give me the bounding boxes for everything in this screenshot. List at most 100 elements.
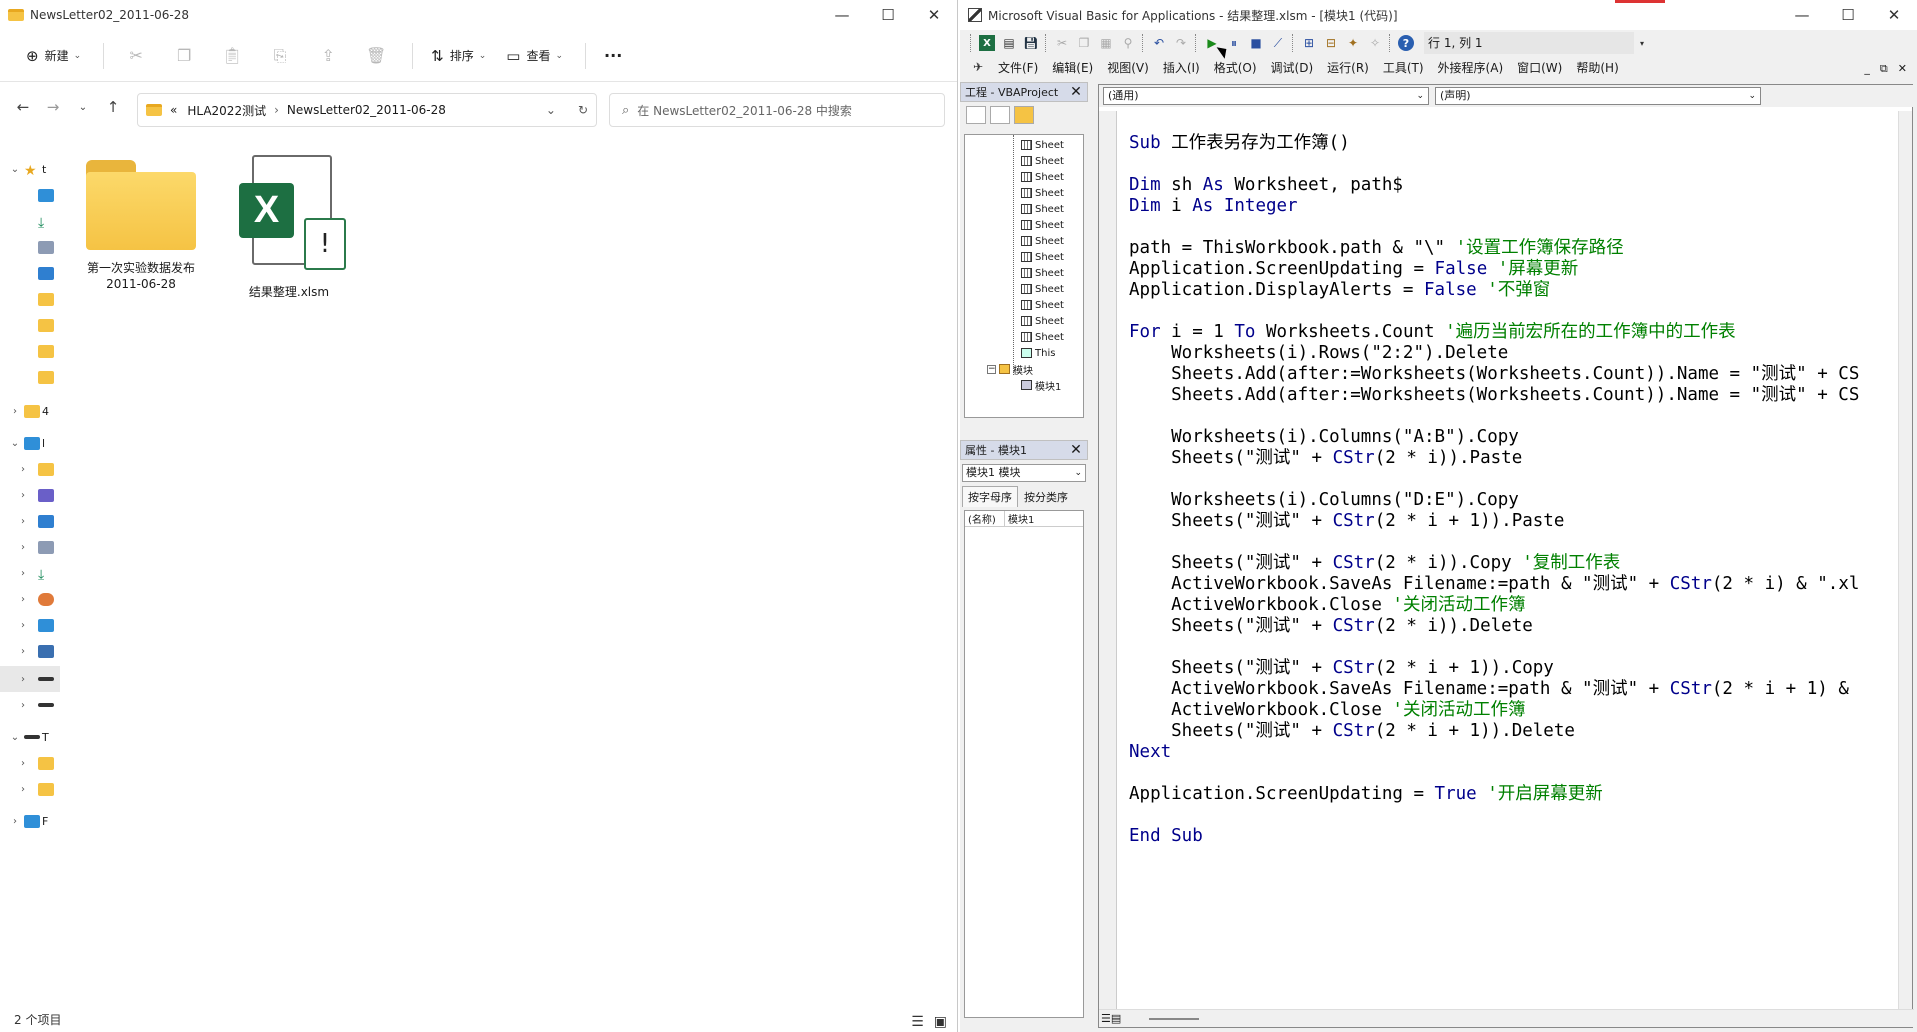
view-buttons-icon[interactable]: ☰▤ (1101, 1012, 1121, 1025)
code-line[interactable]: Sheets("测试" + CStr(2 * i)).Copy '复制工作表 (1129, 553, 1889, 574)
tree-item-sheet[interactable]: Sheet (1021, 169, 1064, 185)
code-line[interactable]: Sheets("测试" + CStr(2 * i + 1)).Copy (1129, 658, 1889, 679)
code-line[interactable]: ActiveWorkbook.SaveAs Filename:=path & "… (1129, 679, 1889, 700)
search-input[interactable]: ⌕ 在 NewsLetter02_2011-06-28 中搜索 (609, 93, 945, 127)
code-line[interactable]: Application.DisplayAlerts = False '不弹窗 (1129, 280, 1889, 301)
scroll-thumb[interactable] (1149, 1018, 1199, 1020)
sidebar-item[interactable]: › 4 (0, 398, 60, 424)
sidebar-item[interactable] (0, 286, 60, 312)
mdi-close-button[interactable]: ✕ (1898, 62, 1907, 76)
code-editor[interactable]: Sub 工作表另存为工作簿() Dim sh As Worksheet, pat… (1129, 133, 1889, 1003)
copy-button[interactable]: ❐ (162, 40, 206, 72)
code-line[interactable]: ActiveWorkbook.Close '关闭活动工作簿 (1129, 595, 1889, 616)
procedure-dropdown[interactable]: (声明) ⌄ (1435, 87, 1761, 105)
tree-item-sheet[interactable]: Sheet (1021, 137, 1064, 153)
code-line[interactable]: Worksheets(i).Rows("2:2").Delete (1129, 343, 1889, 364)
file-item-folder[interactable]: 第一次实验数据发布 2011-06-28 (76, 160, 206, 292)
sidebar-item[interactable]: › (0, 638, 60, 664)
view-object-button[interactable] (990, 106, 1010, 124)
menu-run[interactable]: 运行(R) (1327, 59, 1369, 76)
sidebar-item[interactable] (0, 234, 60, 260)
recent-button[interactable]: ⌄ (70, 92, 96, 122)
toolbar-options-icon[interactable]: ▾ (1634, 35, 1650, 51)
code-line[interactable] (1129, 637, 1889, 658)
menu-window[interactable]: 窗口(W) (1517, 59, 1562, 76)
tree-item-sheet[interactable]: Sheet (1021, 185, 1064, 201)
code-line[interactable] (1129, 406, 1889, 427)
code-line[interactable]: Application.ScreenUpdating = True '开启屏幕更… (1129, 784, 1889, 805)
code-line[interactable]: ActiveWorkbook.SaveAs Filename:=path & "… (1129, 574, 1889, 595)
sidebar-item[interactable]: › (0, 482, 60, 508)
view-button[interactable]: ▭ 查看 ⌄ (498, 40, 571, 72)
up-button[interactable]: ↑ (100, 92, 126, 122)
sidebar-item[interactable]: › (0, 534, 60, 560)
tree-item-modules-folder[interactable]: − 模块 (987, 361, 1033, 377)
details-view-button[interactable]: ☰ (911, 1014, 924, 1030)
share-button[interactable]: ⇪ (306, 40, 350, 72)
close-button[interactable]: ✕ (911, 0, 957, 30)
sidebar-item[interactable] (0, 312, 60, 338)
code-line[interactable]: Sheets("测试" + CStr(2 * i)).Paste (1129, 448, 1889, 469)
code-line[interactable]: Sub 工作表另存为工作簿() (1129, 133, 1889, 154)
paste-button[interactable]: 📋︎ (210, 40, 254, 72)
sidebar-item[interactable]: › (0, 508, 60, 534)
menu-debug[interactable]: 调试(D) (1271, 59, 1314, 76)
tree-item-sheet[interactable]: Sheet (1021, 249, 1064, 265)
excel-view-icon[interactable]: X (979, 35, 995, 51)
minimize-button[interactable]: — (819, 0, 865, 30)
redo-icon[interactable]: ↷ (1173, 35, 1189, 51)
code-margin[interactable] (1099, 111, 1117, 1009)
menu-view[interactable]: 视图(V) (1107, 59, 1149, 76)
forward-button[interactable]: → (40, 92, 66, 122)
tree-item-sheet[interactable]: Sheet (1021, 153, 1064, 169)
close-button[interactable]: ✕ (1871, 0, 1917, 30)
close-icon[interactable]: ✕ (1068, 84, 1084, 100)
tiles-view-button[interactable]: ▣ (934, 1014, 947, 1030)
code-line[interactable] (1129, 805, 1889, 826)
copy-icon[interactable]: ❐ (1076, 35, 1092, 51)
breadcrumb-item[interactable]: NewsLetter02_2011-06-28 (287, 103, 446, 117)
insert-userform-icon[interactable]: ▤ (1001, 35, 1017, 51)
new-button[interactable]: ⊕ 新建 ⌄ (18, 40, 89, 72)
sort-button[interactable]: ⇅ 排序 ⌄ (423, 40, 494, 72)
tree-item-sheet[interactable]: Sheet (1021, 281, 1064, 297)
sidebar-item[interactable] (0, 338, 60, 364)
code-line[interactable] (1129, 532, 1889, 553)
code-line[interactable]: Next (1129, 742, 1889, 763)
sidebar-item[interactable] (0, 364, 60, 390)
toggle-folders-button[interactable] (1014, 106, 1034, 124)
tree-item-sheet[interactable]: Sheet (1021, 329, 1064, 345)
paste-icon[interactable]: ▦ (1098, 35, 1114, 51)
tree-item-sheet[interactable]: Sheet (1021, 313, 1064, 329)
code-line[interactable]: Application.ScreenUpdating = False '屏幕更新 (1129, 259, 1889, 280)
reset-icon[interactable]: ■ (1248, 35, 1264, 51)
code-line[interactable]: ActiveWorkbook.Close '关闭活动工作簿 (1129, 700, 1889, 721)
vertical-scrollbar[interactable] (1898, 111, 1912, 1009)
tree-item-sheet[interactable]: Sheet (1021, 217, 1064, 233)
code-line[interactable]: Worksheets(i).Columns("A:B").Copy (1129, 427, 1889, 448)
code-line[interactable] (1129, 301, 1889, 322)
property-row[interactable]: (名称) 模块1 (965, 511, 1083, 527)
address-bar[interactable]: « HLA2022测试 › NewsLetter02_2011-06-28 ⌄ … (137, 93, 597, 127)
sidebar-item-quick-access[interactable]: ⌄ ★ t (0, 156, 60, 182)
tree-item-module1[interactable]: 模块1 (1021, 377, 1061, 393)
menu-edit[interactable]: 编辑(E) (1052, 59, 1093, 76)
sidebar-item[interactable]: › (0, 586, 60, 612)
menu-file[interactable]: 文件(F) (998, 59, 1038, 76)
sidebar-item[interactable]: › (0, 750, 60, 776)
tree-item-sheet[interactable]: Sheet (1021, 297, 1064, 313)
sidebar-item[interactable]: › (0, 666, 60, 692)
tree-item-sheet[interactable]: Sheet (1021, 233, 1064, 249)
project-explorer-icon[interactable]: ⊞ (1301, 35, 1317, 51)
code-line[interactable]: Worksheets(i).Columns("D:E").Copy (1129, 490, 1889, 511)
project-tree[interactable]: Sheet Sheet Sheet Sheet Sheet Sheet Shee… (964, 134, 1084, 418)
refresh-button[interactable]: ↻ (578, 103, 588, 117)
sidebar-item[interactable]: ⌄ T (0, 724, 60, 750)
back-button[interactable]: ← (10, 92, 36, 122)
code-line[interactable]: Sheets.Add(after:=Worksheets(Worksheets.… (1129, 385, 1889, 406)
close-icon[interactable]: ✕ (1068, 442, 1084, 458)
sidebar-item[interactable]: › (0, 776, 60, 802)
find-icon[interactable]: ⚲ (1120, 35, 1136, 51)
object-selector[interactable]: 模块1 模块 ⌄ (962, 464, 1086, 482)
menu-addins[interactable]: 外接程序(A) (1438, 59, 1504, 76)
